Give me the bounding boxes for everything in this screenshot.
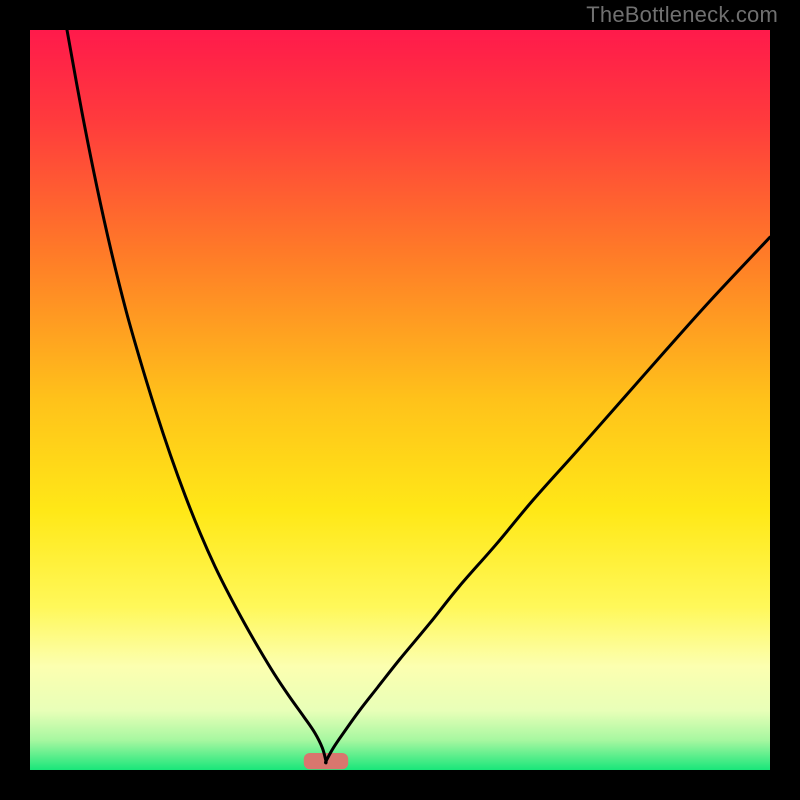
watermark-text: TheBottleneck.com: [586, 2, 778, 28]
chart-container: TheBottleneck.com: [0, 0, 800, 800]
bottleneck-curve-plot: [0, 0, 800, 800]
